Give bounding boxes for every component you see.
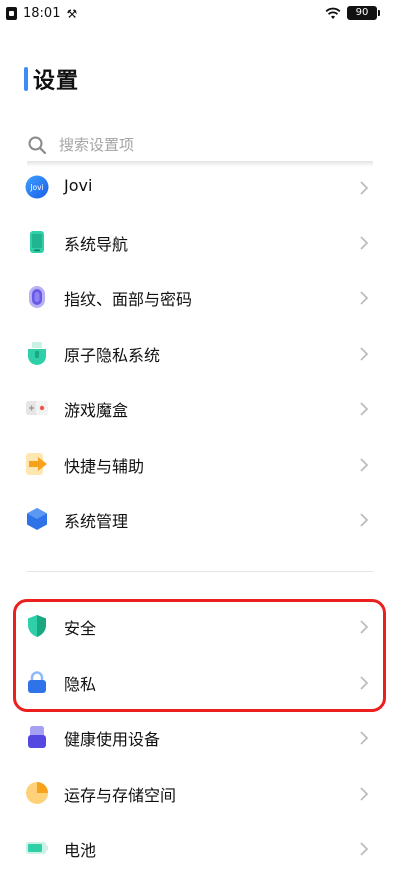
status-right: 90 (325, 6, 380, 20)
settings-item-label: 运存与存储空间 (64, 786, 177, 805)
settings-item-privacy[interactable]: 隐私 (0, 655, 401, 709)
settings-item-label: 电池 (64, 841, 97, 860)
battery-status-icon: 90 (347, 6, 380, 20)
jovi-icon-text: Jovi (29, 183, 43, 192)
settings-item-shortcuts-accessibility[interactable]: 快捷与辅助 (0, 437, 401, 491)
shortcut-arrow-icon (25, 452, 49, 476)
section-divider (27, 571, 373, 572)
sim-card-icon (6, 7, 17, 20)
settings-item-label: 游戏魔盒 (64, 401, 129, 420)
settings-item-ram-storage[interactable]: 运存与存储空间 (0, 766, 401, 820)
chevron-right-icon (358, 457, 370, 472)
settings-item-battery[interactable]: 电池 (0, 821, 401, 875)
settings-item-label: 指纹、面部与密码 (64, 290, 193, 309)
settings-item-healthy-device-usage[interactable]: 健康使用设备 (0, 710, 401, 764)
chevron-right-icon (358, 290, 370, 305)
fingerprint-icon (25, 285, 49, 309)
settings-item-security[interactable]: 安全 (0, 599, 401, 653)
settings-item-fingerprint-face-password[interactable]: 指纹、面部与密码 (0, 270, 401, 324)
chevron-right-icon (358, 730, 370, 745)
settings-item-system-management[interactable]: 系统管理 (0, 492, 401, 546)
atomic-privacy-icon (25, 341, 49, 365)
settings-item-label: 安全 (64, 619, 97, 638)
chevron-right-icon (358, 841, 370, 856)
jovi-icon: Jovi (25, 175, 49, 199)
page-header: 设置 (24, 63, 79, 95)
status-bar: 18:01 ⚒ 90 (0, 0, 401, 30)
status-time: 18:01 (23, 6, 61, 21)
chevron-right-icon (358, 235, 370, 250)
chevron-right-icon (358, 401, 370, 416)
wifi-icon (325, 7, 341, 20)
settings-item-label: 隐私 (64, 675, 97, 694)
search-bar[interactable] (27, 128, 373, 162)
settings-item-system-navigation[interactable]: 系统导航 (0, 215, 401, 269)
settings-item-jovi[interactable]: Jovi Jovi (0, 160, 401, 214)
settings-item-label: 快捷与辅助 (64, 457, 145, 476)
chevron-right-icon (358, 786, 370, 801)
settings-item-label: 系统导航 (64, 235, 129, 254)
search-icon (27, 135, 47, 155)
lock-icon (25, 670, 49, 694)
healthy-usage-icon (25, 725, 49, 749)
phone-navigation-icon (25, 230, 49, 254)
settings-item-label: 原子隐私系统 (64, 346, 161, 365)
chevron-right-icon (358, 675, 370, 690)
chevron-right-icon (358, 619, 370, 634)
search-input[interactable] (59, 136, 373, 154)
tools-icon: ⚒ (66, 6, 78, 21)
settings-item-label: Jovi (64, 176, 93, 195)
chevron-right-icon (358, 180, 370, 195)
status-left: 18:01 ⚒ (6, 6, 77, 21)
shield-icon (25, 614, 49, 638)
title-accent-bar (24, 67, 28, 91)
game-box-icon (25, 396, 49, 420)
battery-icon (25, 836, 49, 860)
settings-item-label: 系统管理 (64, 512, 129, 531)
page-title: 设置 (33, 69, 80, 94)
settings-item-atomic-privacy-system[interactable]: 原子隐私系统 (0, 326, 401, 380)
system-management-icon (25, 507, 49, 531)
settings-item-game-box[interactable]: 游戏魔盒 (0, 381, 401, 435)
storage-pie-icon (25, 781, 49, 805)
chevron-right-icon (358, 512, 370, 527)
settings-item-label: 健康使用设备 (64, 730, 161, 749)
chevron-right-icon (358, 346, 370, 361)
